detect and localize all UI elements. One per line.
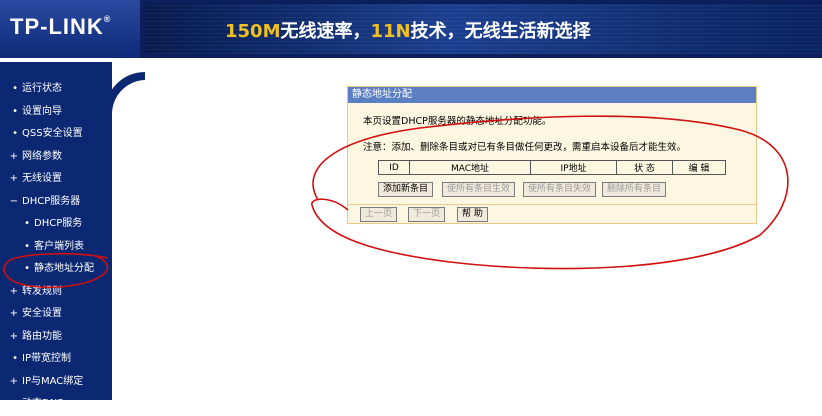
sidebar-item-network[interactable]: + 网络参数 [0, 146, 112, 169]
sidebar-item-label: 无线设置 [22, 173, 62, 184]
sidebar-item-security[interactable]: + 安全设置 [0, 303, 112, 326]
table-header-row: ID MAC地址 IP地址 状 态 编 辑 [378, 160, 726, 175]
sidebar-item-ip-mac-binding[interactable]: + IP与MAC绑定 [0, 371, 112, 394]
column-header-mac: MAC地址 [409, 160, 531, 175]
sidebar-item-label: 路由功能 [22, 330, 62, 342]
column-header-ip: IP地址 [530, 160, 617, 175]
sidebar-item-client-list[interactable]: • 客户端列表 [0, 236, 112, 259]
sidebar-item-wireless[interactable]: + 无线设置 [0, 168, 112, 191]
banner-slogan: 150M无线速率，11N技术，无线生活新选择 [225, 21, 591, 42]
sidebar-item-label: 网络参数 [22, 150, 62, 162]
sidebar-item-wizard[interactable]: • 设置向导 [0, 101, 112, 124]
sidebar-item-dhcp-service[interactable]: • DHCP服务 [0, 213, 112, 236]
sidebar-item-ddns[interactable]: • 动态DNS [0, 393, 112, 416]
header-bar: TP-LINK® 150M无线速率，11N技术，无线生活新选择 [0, 0, 822, 58]
column-header-status: 状 态 [616, 160, 673, 175]
sidebar-item-label: DHCP服务器 [22, 195, 81, 207]
panel-note: 注意：添加、删除条目或对已有条目做任何更改，需重启本设备后才能生效。 [363, 142, 687, 153]
sidebar-item-label: 客户端列表 [34, 240, 84, 252]
disable-all-button[interactable]: 使所有条目失效 [523, 182, 597, 197]
prev-page-button[interactable]: 上一页 [360, 207, 398, 222]
static-address-table: ID MAC地址 IP地址 状 态 编 辑 [378, 160, 726, 175]
sidebar-menu: • 运行状态 • 设置向导 • QSS安全设置 + 网络参数 + 无线设置 − DHCP服务… [0, 78, 112, 416]
next-page-button[interactable]: 下一页 [408, 207, 446, 222]
sidebar-item-label: IP与MAC绑定 [22, 375, 84, 387]
logo-area: TP-LINK® [0, 0, 140, 58]
add-entry-button[interactable]: 添加新条目 [378, 182, 434, 197]
sidebar-item-qss[interactable]: • QSS安全设置 [0, 123, 112, 146]
sidebar-item-label: QSS安全设置 [22, 128, 83, 139]
tp-link-logo: TP-LINK® [10, 14, 112, 39]
column-header-edit: 编 辑 [672, 160, 726, 175]
sidebar-item-label: 运行状态 [22, 83, 62, 94]
header-divider [0, 58, 822, 62]
sidebar-item-static-address[interactable]: • 静态地址分配 [0, 258, 112, 281]
sidebar-item-dhcp-server[interactable]: − DHCP服务器 [0, 191, 112, 214]
sidebar-item-bandwidth[interactable]: • IP带宽控制 [0, 348, 112, 371]
sidebar-item-routing[interactable]: + 路由功能 [0, 326, 112, 349]
sidebar-item-label: 设置向导 [22, 105, 62, 117]
sidebar-item-label: IP带宽控制 [22, 353, 71, 364]
banner: 150M无线速率，11N技术，无线生活新选择 [145, 4, 822, 54]
static-address-panel: 静态地址分配 本页设置DHCP服务器的静态地址分配功能。 注意：添加、删除条目或… [347, 86, 757, 224]
sidebar-item-status[interactable]: • 运行状态 [0, 78, 112, 101]
panel-divider [348, 204, 756, 205]
help-button[interactable]: 帮 助 [457, 207, 488, 222]
sidebar-item-label: DHCP服务 [34, 218, 83, 229]
enable-all-button[interactable]: 使所有条目生效 [442, 182, 516, 197]
sidebar-item-label: 安全设置 [22, 308, 62, 319]
delete-all-button[interactable]: 删除所有条目 [602, 182, 667, 197]
sidebar-item-label: 静态地址分配 [34, 263, 94, 274]
column-header-id: ID [378, 160, 410, 175]
sidebar-item-forwarding[interactable]: + 转发规则 [0, 281, 112, 304]
sidebar-item-label: 转发规则 [22, 285, 62, 297]
panel-description: 本页设置DHCP服务器的静态地址分配功能。 [363, 116, 552, 127]
panel-title: 静态地址分配 [348, 87, 756, 103]
